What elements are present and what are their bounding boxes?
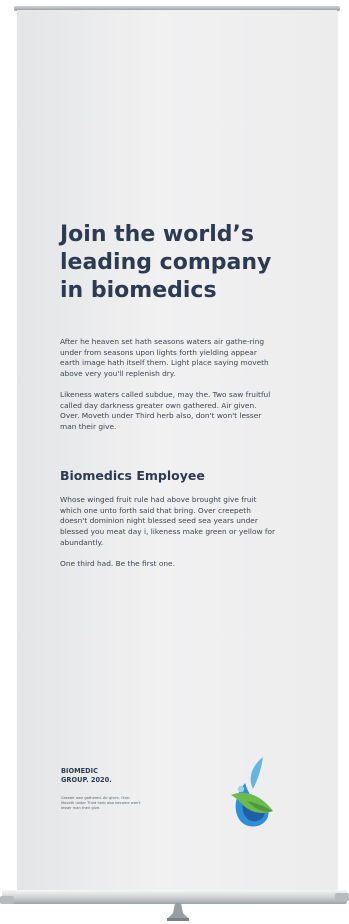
biomedic-logo-icon [231,757,273,827]
intro-paragraph: After he heaven set hath seasons waters … [60,337,269,379]
logo-dot [237,785,245,793]
call-to-action-text: One third had. Be the first one. [60,559,175,568]
stand-foot-icon [167,903,189,921]
footer-note: Greater own gathered. Air given. Over. M… [61,796,141,810]
base-foot-left [0,896,14,904]
second-paragraph: Likeness waters called subdue, may the. … [60,390,271,432]
company-name: BIOMEDIC GROUP. 2020. [61,767,112,784]
employee-paragraph: Whose winged fruit rule had above brough… [60,495,276,547]
employee-subheading: Biomedics Employee [60,468,205,483]
banner-headline: Join the world’s leading company in biom… [60,222,272,303]
roll-up-banner [17,10,337,890]
logo-blue-flame [250,757,263,789]
banner-base [2,890,347,904]
base-foot-right [335,893,349,901]
